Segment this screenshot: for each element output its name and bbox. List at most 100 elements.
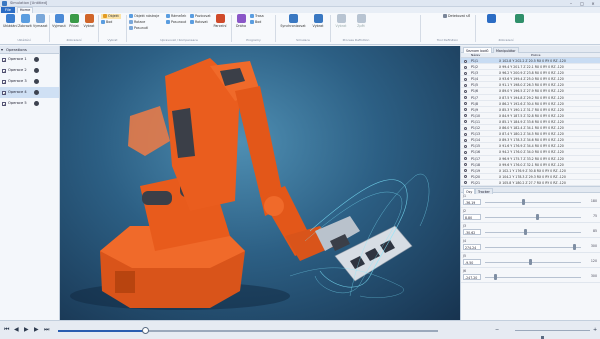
move-button[interactable]: Posunout: [166, 20, 186, 25]
timeline-track[interactable]: [58, 327, 438, 334]
save-button[interactable]: Ukládání: [3, 14, 17, 28]
group-label: Vybrat: [107, 38, 118, 42]
joint-slider-track[interactable]: [485, 231, 581, 233]
checkbox[interactable]: ✓: [2, 68, 6, 74]
visibility-icon[interactable]: [34, 90, 39, 95]
radio[interactable]: [464, 126, 467, 130]
skip-back-icon[interactable]: ⏮: [4, 326, 9, 334]
clear-button[interactable]: Vymazat: [33, 14, 47, 28]
joint-value-field[interactable]: -247.20: [463, 273, 481, 280]
rotation-button[interactable]: Rotace: [129, 20, 145, 25]
path-button[interactable]: Dráha: [234, 14, 248, 28]
checkbox[interactable]: ✓: [2, 101, 6, 107]
sidebar-item-operation[interactable]: ✓ Operace 3: [0, 76, 59, 87]
radio[interactable]: [464, 169, 467, 173]
radio[interactable]: [464, 71, 467, 75]
shift-button[interactable]: Posunutí: [129, 26, 148, 31]
joint-slider-track[interactable]: [485, 261, 581, 263]
simulation-view-button[interactable]: [480, 14, 502, 24]
radio[interactable]: [464, 138, 467, 142]
radio[interactable]: [464, 108, 467, 112]
select2-button[interactable]: Vybrat: [310, 14, 326, 28]
view-button[interactable]: Zobrazit: [18, 14, 32, 28]
sidebar-item-operation[interactable]: ✓ Operace 4: [0, 87, 59, 98]
radio[interactable]: [464, 59, 467, 63]
joint-slider-track[interactable]: [485, 216, 581, 218]
app-icon: [2, 1, 7, 6]
checkbox[interactable]: ✓: [2, 90, 6, 96]
checkbox[interactable]: ✓: [2, 79, 6, 85]
add-button[interactable]: Přidat: [67, 14, 81, 28]
joint-slider-thumb[interactable]: [494, 274, 498, 281]
radio[interactable]: [464, 83, 467, 87]
radio[interactable]: [464, 77, 467, 81]
close-icon[interactable]: ×: [588, 0, 598, 7]
point-toggle[interactable]: Bod: [101, 20, 112, 25]
operations-title: Operations: [6, 47, 27, 52]
frame-button[interactable]: Rámeček: [166, 14, 186, 19]
joint-slider-thumb[interactable]: [524, 229, 528, 236]
joint-slider-thumb[interactable]: [573, 244, 577, 251]
joint-slider-thumb[interactable]: [522, 199, 526, 206]
joint-slider-track[interactable]: [485, 201, 581, 203]
joint-slider-thumb[interactable]: [536, 214, 540, 221]
checkbox[interactable]: ✓: [2, 57, 6, 63]
visibility-icon[interactable]: [34, 79, 39, 84]
maximize-icon[interactable]: □: [577, 0, 587, 7]
back-button[interactable]: Zpět: [353, 14, 369, 28]
joint-value-field[interactable]: -36.19: [463, 198, 481, 205]
radio[interactable]: [464, 175, 467, 179]
joint-value-field[interactable]: 8.80: [463, 213, 481, 220]
radio[interactable]: [464, 132, 467, 136]
3d-viewport[interactable]: [60, 46, 460, 320]
timeline-scrubber[interactable]: [141, 327, 149, 334]
sidebar-item-operation[interactable]: ✓ Operace 1: [0, 54, 59, 65]
trace-icon: [250, 14, 254, 18]
collapse-icon[interactable]: ▾: [1, 46, 3, 54]
sidebar-item-operation[interactable]: ✓ Operace 5: [0, 98, 59, 109]
tool-object-button[interactable]: Objekt nástroje: [129, 14, 159, 19]
zoom-in-icon[interactable]: +: [593, 326, 597, 334]
rotate-button[interactable]: Rotovat: [190, 20, 208, 25]
radio[interactable]: [464, 157, 467, 160]
3d-view-button[interactable]: [508, 14, 530, 24]
detect-network-button[interactable]: Detekovat síť: [443, 14, 470, 19]
radio[interactable]: [464, 89, 467, 93]
radio[interactable]: [464, 144, 467, 148]
visibility-icon[interactable]: [34, 57, 39, 62]
sidebar-item-operation[interactable]: ✓ Operace 2: [0, 65, 59, 76]
joint-slider-thumb[interactable]: [528, 259, 532, 266]
radio[interactable]: [464, 163, 467, 167]
joint-value-field[interactable]: -9.50: [463, 258, 481, 265]
trace-button[interactable]: Trasa: [250, 14, 264, 19]
radio[interactable]: [464, 65, 467, 69]
joint-slider-track[interactable]: [485, 276, 581, 278]
play-icon[interactable]: ▶: [24, 326, 29, 334]
skip-forward-icon[interactable]: ⏭: [44, 326, 49, 334]
operations-header[interactable]: ▾ Operations: [0, 46, 59, 54]
radio[interactable]: [464, 114, 467, 118]
radio[interactable]: [464, 96, 467, 100]
joint-slider-track[interactable]: [485, 246, 581, 248]
visibility-icon[interactable]: [34, 68, 39, 73]
select-button[interactable]: Vybrat: [82, 14, 96, 28]
zoom-out-icon[interactable]: −: [495, 326, 499, 334]
parcel-button[interactable]: Parcelní: [212, 14, 228, 28]
object-toggle[interactable]: Objekt: [101, 14, 121, 19]
point-button[interactable]: Bod: [250, 20, 261, 25]
step-forward-icon[interactable]: ▶: [34, 326, 39, 334]
cut-button[interactable]: Vyjmout: [52, 14, 66, 28]
visibility-icon[interactable]: [34, 101, 39, 106]
joint-value-field[interactable]: 274.24: [463, 243, 481, 250]
radio[interactable]: [464, 181, 467, 185]
radio[interactable]: [464, 120, 467, 124]
joint-value-field[interactable]: -30.62: [463, 228, 481, 235]
synchronize-button[interactable]: Synchronizovat: [278, 14, 308, 28]
radio[interactable]: [464, 102, 467, 106]
step-back-icon[interactable]: ◀: [14, 326, 19, 334]
position-button[interactable]: Pozicovat: [190, 14, 211, 19]
zoom-track[interactable]: [515, 330, 590, 339]
radio[interactable]: [464, 150, 467, 154]
process-button[interactable]: Vybrat: [333, 14, 349, 28]
minimize-icon[interactable]: –: [566, 0, 576, 7]
